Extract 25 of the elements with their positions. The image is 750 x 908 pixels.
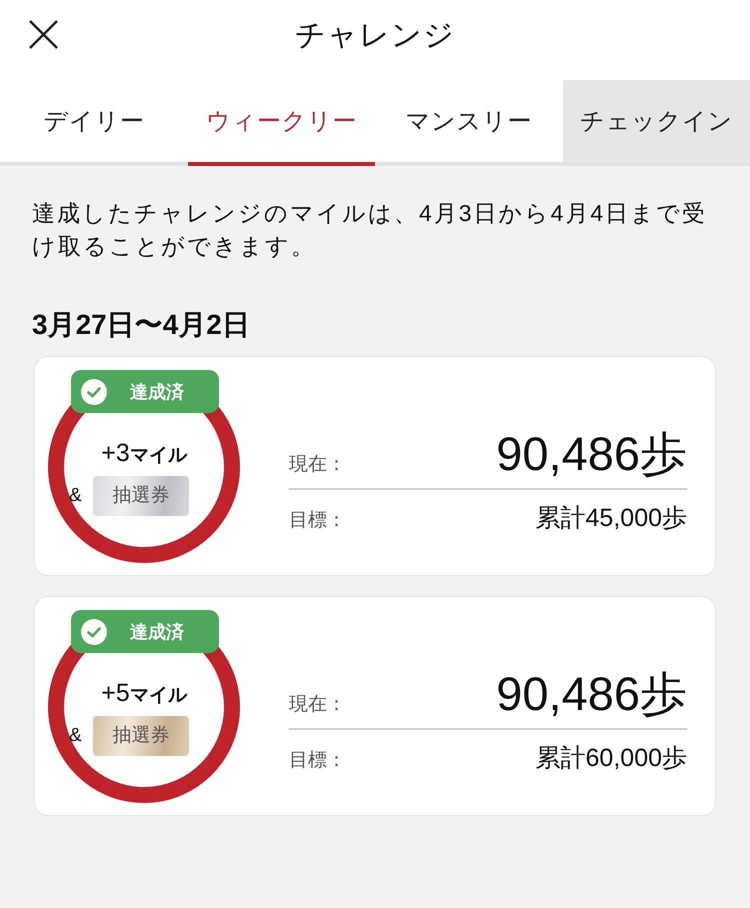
goal-steps: 累計60,000歩 [536,740,687,776]
status-label: 達成済 [130,620,184,644]
current-label: 現在： [289,693,346,717]
check-icon [81,378,107,404]
check-icon [81,618,107,644]
current-steps: 90,486歩 [496,426,687,482]
goal-label: 目標： [289,509,346,533]
page-title: チャレンジ [295,18,455,54]
tab[interactable]: デイリー [0,80,188,166]
notice-text: 達成したチャレンジのマイルは、4月3日から4月4日まで受け取ることができます。 [32,199,708,261]
tab[interactable]: ウィークリー [188,80,375,166]
current-steps: 90,486歩 [496,666,687,722]
goal-label: 目標： [289,749,346,773]
reward-miles: +5マイル [101,678,187,709]
ampersand: & [69,485,83,507]
period-heading: 3月27日〜4月2日 [32,308,251,342]
lottery-ticket-badge: 抽選券 [93,716,189,756]
ampersand: & [69,725,83,747]
status-label: 達成済 [130,380,184,404]
tab[interactable]: マンスリー [375,80,562,166]
close-icon[interactable] [29,20,58,49]
reward-miles: +3マイル [101,438,187,469]
current-label: 現在： [289,453,346,477]
lottery-ticket-badge: 抽選券 [93,476,189,516]
goal-steps: 累計45,000歩 [536,500,687,536]
